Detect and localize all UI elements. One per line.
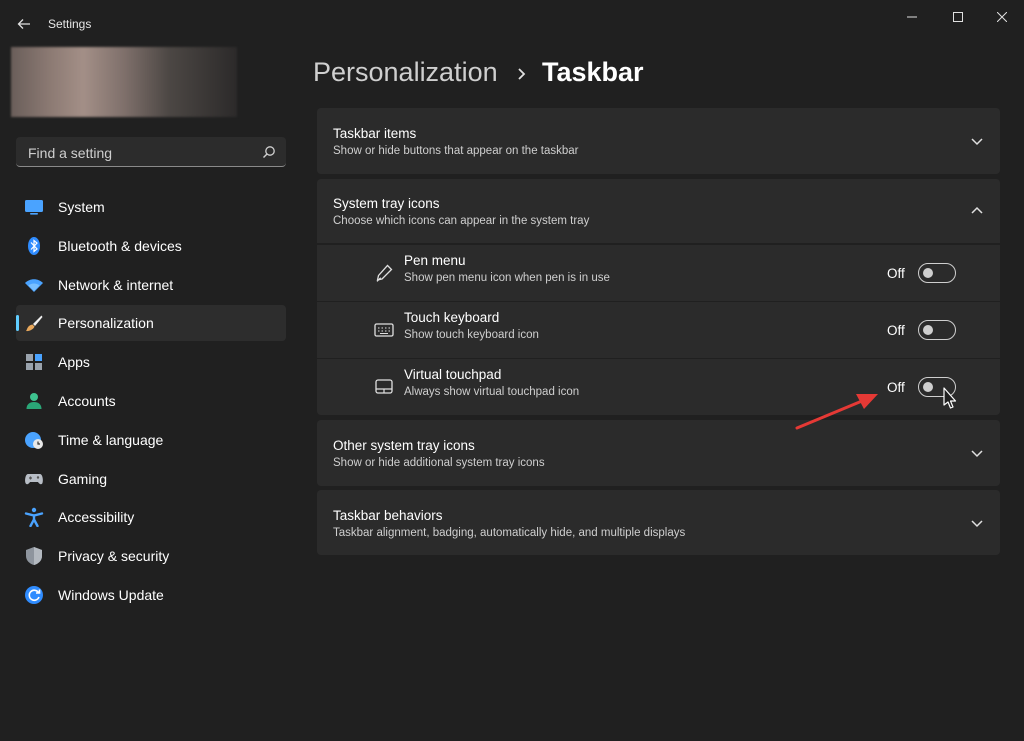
sidebar-nav: System Bluetooth & devices Network & int… — [16, 189, 286, 616]
back-button[interactable] — [12, 12, 36, 36]
sidebar-item-label: Accounts — [58, 392, 116, 409]
sidebar-item-privacy-security[interactable]: Privacy & security — [16, 538, 286, 574]
chevron-down-icon[interactable] — [969, 515, 985, 531]
breadcrumb-parent-link[interactable]: Personalization — [313, 57, 498, 88]
sidebar-item-label: System — [58, 199, 105, 215]
title-bar: Settings — [0, 0, 1024, 46]
sidebar-item-bluetooth[interactable]: Bluetooth & devices — [16, 228, 286, 264]
sidebar-item-accessibility[interactable]: Accessibility — [16, 499, 286, 535]
gamepad-icon — [25, 473, 43, 484]
sidebar-item-label: Time & language — [58, 431, 164, 448]
section-subtitle: Show or hide buttons that appear on the … — [333, 145, 579, 157]
globe-clock-icon — [25, 431, 43, 449]
sidebar-item-gaming[interactable]: Gaming — [16, 461, 286, 497]
virtual-touchpad-toggle[interactable] — [918, 377, 956, 397]
pen-menu-row: Pen menu Show pen menu icon when pen is … — [317, 245, 1000, 301]
toggle-state-label: Off — [887, 380, 905, 395]
setting-title: Pen menu — [404, 253, 466, 268]
keyboard-icon — [374, 323, 394, 337]
setting-title: Touch keyboard — [404, 310, 500, 325]
close-button[interactable] — [979, 4, 1024, 30]
sidebar-item-label: Privacy & security — [58, 548, 170, 565]
sidebar-item-personalization[interactable]: Personalization — [16, 305, 286, 342]
minimize-button[interactable] — [889, 4, 935, 30]
brush-icon — [26, 315, 43, 332]
section-subtitle: Show or hide additional system tray icon… — [333, 457, 545, 469]
wifi-icon — [25, 278, 43, 292]
touch-keyboard-toggle[interactable] — [918, 320, 956, 340]
user-profile-image[interactable] — [11, 47, 237, 117]
sidebar-item-windows-update[interactable]: Windows Update — [16, 577, 286, 613]
touch-keyboard-row: Touch keyboard Show touch keyboard icon … — [317, 302, 1000, 358]
toggle-knob — [923, 382, 933, 392]
apps-icon — [26, 354, 42, 371]
section-title: Taskbar behaviors — [333, 508, 443, 523]
pen-icon — [376, 264, 393, 282]
sidebar-item-label: Accessibility — [58, 509, 135, 526]
setting-description: Show pen menu icon when pen is in use — [404, 272, 610, 284]
sidebar-item-label: Apps — [58, 354, 90, 371]
section-title: Other system tray icons — [333, 438, 475, 453]
page-title: Taskbar — [542, 57, 644, 87]
other-system-tray-icons-section[interactable]: Other system tray icons Show or hide add… — [317, 420, 1000, 486]
back-arrow-icon — [17, 19, 30, 29]
section-subtitle: Taskbar alignment, badging, automaticall… — [333, 527, 686, 539]
update-icon — [25, 585, 43, 604]
sidebar-item-system[interactable]: System — [16, 189, 286, 225]
section-title: System tray icons — [333, 196, 440, 211]
toggle-state-label: Off — [887, 266, 905, 281]
sidebar-item-apps[interactable]: Apps — [16, 344, 286, 380]
section-subtitle: Choose which icons can appear in the sys… — [333, 215, 590, 227]
toggle-knob — [923, 268, 933, 278]
system-tray-icons-section[interactable]: System tray icons Choose which icons can… — [317, 179, 1000, 243]
virtual-touchpad-row: Virtual touchpad Always show virtual tou… — [317, 359, 1000, 415]
taskbar-behaviors-section[interactable]: Taskbar behaviors Taskbar alignment, bad… — [317, 490, 1000, 555]
accessibility-icon — [24, 508, 44, 528]
pen-menu-toggle[interactable] — [918, 263, 956, 283]
bluetooth-icon — [28, 236, 40, 255]
system-display-icon — [25, 200, 43, 215]
sidebar-item-accounts[interactable]: Accounts — [16, 383, 286, 419]
app-title: Settings — [48, 17, 92, 31]
search-icon[interactable] — [262, 145, 276, 159]
toggle-state-label: Off — [887, 323, 905, 338]
close-icon — [997, 12, 1007, 22]
shield-icon — [26, 547, 42, 566]
sidebar-item-network[interactable]: Network & internet — [16, 267, 286, 303]
chevron-up-icon[interactable] — [969, 203, 985, 219]
taskbar-items-section[interactable]: Taskbar items Show or hide buttons that … — [317, 108, 1000, 174]
toggle-knob — [923, 325, 933, 335]
sidebar-item-label: Windows Update — [58, 586, 164, 603]
chevron-down-icon[interactable] — [969, 133, 985, 149]
maximize-button[interactable] — [935, 4, 981, 30]
sidebar-item-label: Bluetooth & devices — [58, 237, 182, 254]
setting-description: Always show virtual touchpad icon — [404, 386, 580, 398]
section-title: Taskbar items — [333, 126, 417, 141]
chevron-down-icon[interactable] — [969, 445, 985, 461]
chevron-right-icon — [518, 68, 526, 80]
minimize-icon — [907, 16, 917, 18]
touchpad-icon — [375, 379, 393, 394]
setting-title: Virtual touchpad — [404, 367, 502, 382]
setting-description: Show touch keyboard icon — [404, 329, 539, 341]
sidebar-item-time-language[interactable]: Time & language — [16, 422, 286, 458]
sidebar-item-label: Network & internet — [58, 276, 174, 293]
sidebar-item-label: Personalization — [58, 315, 154, 332]
person-icon — [26, 392, 42, 409]
maximize-icon — [953, 12, 963, 22]
search-box[interactable] — [16, 137, 286, 167]
search-input[interactable] — [26, 142, 255, 164]
sidebar-item-label: Gaming — [58, 470, 108, 487]
